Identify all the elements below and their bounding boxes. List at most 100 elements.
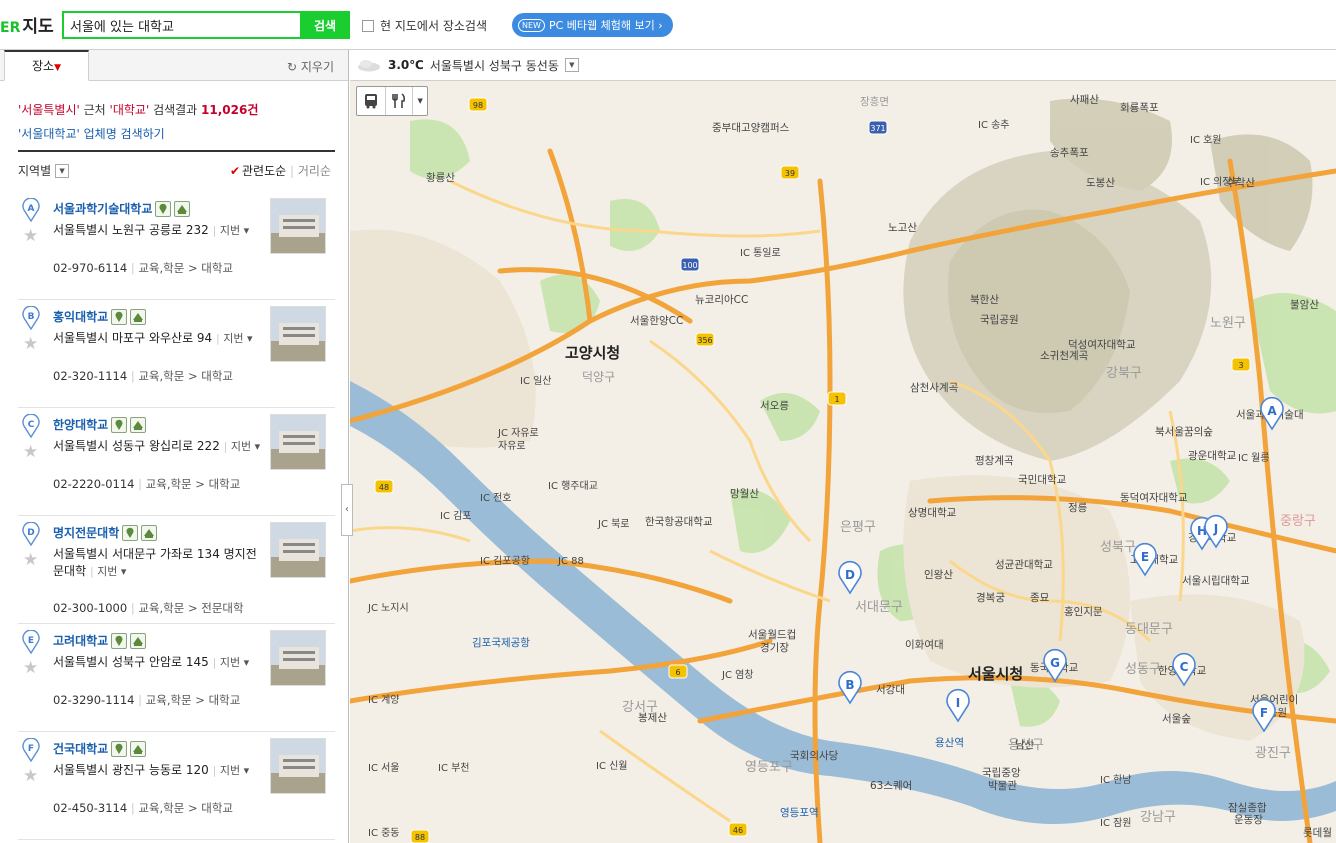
label-uos[interactable]: 서울시립대학교 bbox=[1182, 574, 1250, 587]
label-assembly[interactable]: 국회의사당 bbox=[790, 750, 839, 762]
label-jc-jayuro[interactable]: JC 자유로 bbox=[497, 427, 539, 439]
beta-web-button[interactable]: NEW PC 베타웹 체험해 보기 › bbox=[512, 13, 673, 37]
label-ydp-stn[interactable]: 영등포역 bbox=[780, 807, 819, 819]
label-ic-haengju[interactable]: IC 행주대교 bbox=[548, 480, 598, 492]
jibun-toggle[interactable]: 지번 ▾ bbox=[90, 565, 126, 578]
label-ic-gimpo-airport[interactable]: IC 김포공항 bbox=[480, 555, 530, 567]
label-gyeongbokgung[interactable]: 경복궁 bbox=[976, 591, 1005, 604]
chevron-down-icon[interactable]: ▼ bbox=[413, 87, 427, 115]
map-area[interactable]: 3.0℃ 서울특별시 성북구 동선동 ▼ ▼ 고양시청 서울시청 북한산 국립공… bbox=[350, 50, 1336, 843]
label-inwangsan[interactable]: 인왕산 bbox=[924, 569, 953, 581]
current-area-search[interactable]: 현 지도에서 장소검색 bbox=[362, 17, 487, 34]
result-item[interactable]: B ★ 홍익대학교서울특별시 마포구 와우산로 94 지번 ▾ 02-320-1114… bbox=[18, 300, 335, 408]
label-hwangnyong[interactable]: 황룡산 bbox=[426, 172, 455, 184]
region-filter[interactable]: 지역별 ▼ bbox=[18, 162, 70, 179]
label-bukseoul[interactable]: 북서울꿈의숲 bbox=[1155, 426, 1213, 438]
label-jamsil[interactable]: 잠실종합 bbox=[1228, 802, 1267, 814]
current-area-checkbox[interactable] bbox=[362, 19, 374, 32]
label-worldcup[interactable]: 서울월드컵 bbox=[748, 628, 796, 641]
result-name[interactable]: 명지전문대학 bbox=[53, 524, 119, 541]
jibun-toggle[interactable]: 지번 ▾ bbox=[213, 224, 249, 237]
label-ic-bucheon[interactable]: IC 부천 bbox=[438, 762, 470, 774]
label-buramsan[interactable]: 불암산 bbox=[1290, 299, 1319, 311]
label-ic-uijeongbu[interactable]: IC 의정부 bbox=[1200, 176, 1241, 188]
result-item[interactable]: C ★ 한양대학교서울특별시 성동구 왕십리로 222 지번 ▾ 02-2220-01… bbox=[18, 408, 335, 516]
map-pin-icon[interactable] bbox=[111, 740, 128, 757]
label-duksung[interactable]: 덕성여자대학교 bbox=[1068, 339, 1136, 351]
panel-collapse-button[interactable]: ‹ bbox=[341, 484, 353, 536]
label-noin[interactable]: 노고산 bbox=[888, 222, 917, 234]
label-sungkyunkwan[interactable]: 성균관대학교 bbox=[995, 559, 1053, 571]
label-ic-jangdam[interactable]: IC 잠원 bbox=[1100, 817, 1132, 829]
business-name-search-link[interactable]: '서울대학교' 업체명 검색하기 bbox=[18, 122, 258, 146]
label-museum[interactable]: 국립중앙 bbox=[982, 766, 1021, 779]
clear-button[interactable]: ↻ 지우기 bbox=[287, 58, 334, 75]
label-seoul-forest[interactable]: 서울숲 bbox=[1162, 713, 1191, 725]
route-icon[interactable] bbox=[130, 632, 147, 649]
label-hoeryong[interactable]: 회룡폭포 bbox=[1120, 102, 1159, 114]
jibun-toggle[interactable]: 지번 ▾ bbox=[213, 656, 249, 669]
label-ic-hoho[interactable]: IC 호원 bbox=[1190, 134, 1222, 146]
label-bukhansan-park[interactable]: 국립공원 bbox=[980, 313, 1019, 326]
label-ic-ilsan[interactable]: IC 일산 bbox=[520, 375, 552, 387]
label-seogang[interactable]: 서강대 bbox=[876, 684, 905, 696]
label-newkorea[interactable]: 뉴코리아CC bbox=[695, 294, 748, 306]
star-icon[interactable]: ★ bbox=[23, 334, 38, 354]
result-item[interactable]: F ★ 건국대학교서울특별시 광진구 능동로 120 지번 ▾ 02-450-3114… bbox=[18, 732, 335, 840]
map-pin-icon[interactable] bbox=[122, 524, 139, 541]
label-gwangwoon[interactable]: 광운대학교 bbox=[1188, 450, 1237, 462]
label-bukhansan[interactable]: 북한산 bbox=[970, 294, 999, 306]
result-name[interactable]: 홍익대학교 bbox=[53, 308, 108, 325]
label-ic-wolleung[interactable]: IC 월릉 bbox=[1238, 452, 1270, 464]
result-item[interactable]: D ★ 명지전문대학서울특별시 서대문구 가좌로 134 명지전문대학 지번 ▾ 02… bbox=[18, 516, 335, 624]
label-ic-seoul[interactable]: IC 서울 bbox=[368, 762, 400, 774]
label-jc-nojinsi[interactable]: JC 노지시 bbox=[367, 602, 409, 614]
logo[interactable]: ER 지도 bbox=[0, 12, 54, 37]
label-ic-gimpo[interactable]: IC 김포 bbox=[440, 510, 472, 522]
result-thumbnail[interactable] bbox=[270, 522, 326, 578]
star-icon[interactable]: ★ bbox=[23, 766, 38, 786]
bus-icon[interactable] bbox=[357, 87, 387, 115]
star-icon[interactable]: ★ bbox=[23, 442, 38, 462]
route-icon[interactable] bbox=[130, 308, 147, 325]
label-jc-bungno[interactable]: JC 북로 bbox=[597, 518, 630, 530]
label-dobong[interactable]: 도봉산 bbox=[1086, 177, 1115, 189]
star-icon[interactable]: ★ bbox=[23, 226, 38, 246]
label-heunginjimun[interactable]: 홍인지문 bbox=[1064, 605, 1103, 618]
map-canvas[interactable]: 고양시청 서울시청 북한산 국립공원 김포국제공항 노고산 황룡산 강서구 강북… bbox=[350, 81, 1336, 843]
label-jungbu[interactable]: 중부대고양캠퍼스 bbox=[712, 122, 790, 134]
label-samcheon[interactable]: 삼천사계곡 bbox=[910, 382, 959, 394]
label-yongsan-stn[interactable]: 용산역 bbox=[935, 737, 964, 749]
label-ic-sinwol[interactable]: IC 신월 bbox=[596, 760, 628, 772]
label-sapaesan[interactable]: 사패산 bbox=[1070, 94, 1099, 106]
label-jeongneung[interactable]: 정릉 bbox=[1068, 502, 1088, 514]
result-item[interactable]: A ★ 서울과학기술대학교서울특별시 노원구 공릉로 232 지번 ▾ 02-970-… bbox=[18, 192, 335, 300]
sort-relevance[interactable]: 관련도순 bbox=[230, 164, 286, 178]
label-bongjesan[interactable]: 봉제산 bbox=[638, 712, 667, 724]
result-thumbnail[interactable] bbox=[270, 630, 326, 686]
label-sangmyung[interactable]: 상명대학교 bbox=[908, 507, 957, 519]
label-museum-2[interactable]: 박물관 bbox=[988, 780, 1017, 792]
label-ic-jungdong[interactable]: IC 중동 bbox=[368, 827, 400, 839]
jibun-toggle[interactable]: 지번 ▾ bbox=[216, 332, 252, 345]
label-hangong[interactable]: 한국항공대학교 bbox=[645, 516, 713, 528]
label-mangwolsan[interactable]: 망월산 bbox=[730, 488, 759, 500]
result-name[interactable]: 고려대학교 bbox=[53, 632, 108, 649]
label-seooreung[interactable]: 서오릉 bbox=[760, 400, 789, 412]
label-kookmin[interactable]: 국민대학교 bbox=[1018, 474, 1067, 486]
result-name[interactable]: 서울과학기술대학교 bbox=[53, 200, 152, 217]
jibun-toggle[interactable]: 지번 ▾ bbox=[213, 764, 249, 777]
star-icon[interactable]: ★ bbox=[23, 550, 38, 570]
result-thumbnail[interactable] bbox=[270, 738, 326, 794]
label-ic-gyeyang[interactable]: IC 계양 bbox=[368, 694, 400, 706]
label-jongmyo[interactable]: 종묘 bbox=[1030, 592, 1050, 604]
result-item[interactable]: E ★ 고려대학교서울특별시 성북구 안암로 145 지번 ▾ 02-3290-111… bbox=[18, 624, 335, 732]
map-pin-icon[interactable] bbox=[155, 200, 172, 217]
restaurant-icon[interactable] bbox=[386, 87, 414, 115]
label-goyang[interactable]: 고양시청 bbox=[565, 344, 620, 362]
result-name[interactable]: 한양대학교 bbox=[53, 416, 108, 433]
label-ewha[interactable]: 이화여대 bbox=[905, 639, 944, 651]
label-ic-tongil[interactable]: IC 통일로 bbox=[740, 247, 781, 259]
label-seoul[interactable]: 서울시청 bbox=[968, 665, 1023, 683]
jibun-toggle[interactable]: 지번 ▾ bbox=[224, 440, 260, 453]
